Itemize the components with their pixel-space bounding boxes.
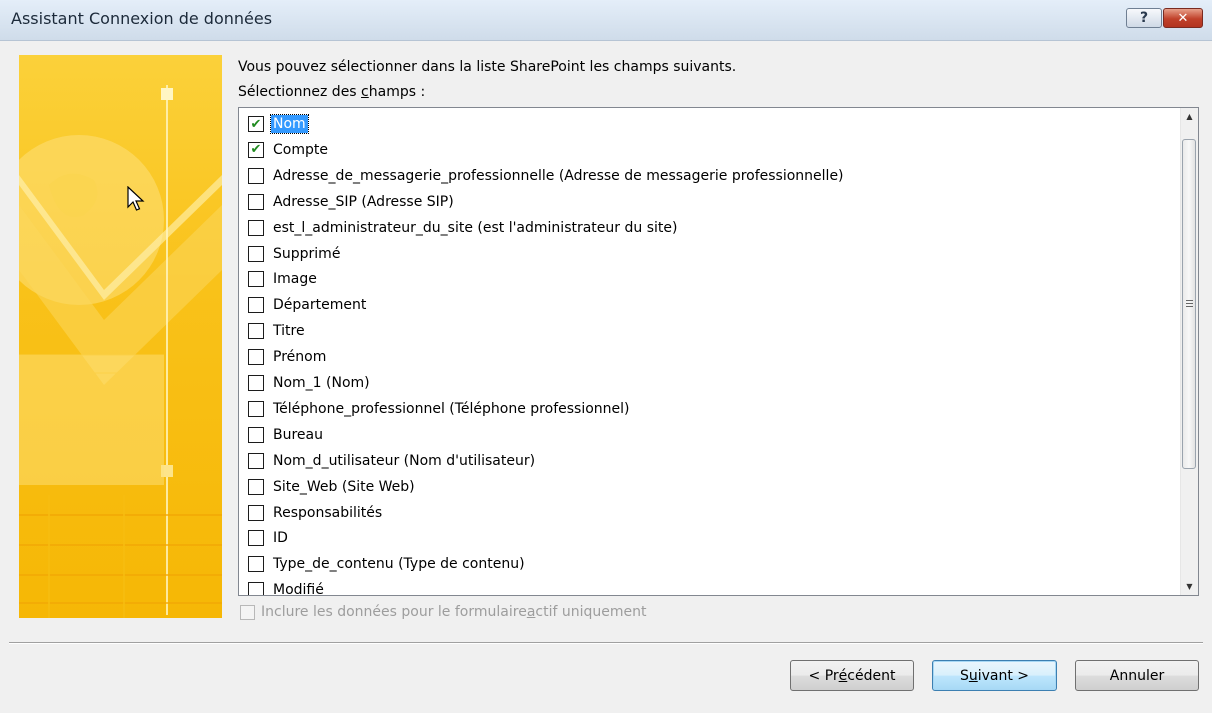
field-label: Type_de_contenu (Type de contenu) — [273, 556, 525, 573]
field-label: ID — [273, 530, 288, 547]
wizard-banner-image — [19, 55, 222, 618]
back-button-accesskey: é — [838, 667, 848, 684]
back-button-label-pre: < Pr — [808, 667, 839, 684]
help-icon: ? — [1139, 10, 1149, 26]
field-row[interactable]: Site_Web (Site Web) — [248, 475, 417, 499]
field-checkbox[interactable] — [248, 219, 264, 236]
field-checkbox[interactable] — [248, 271, 264, 288]
field-label: Bureau — [273, 426, 323, 443]
close-button[interactable]: ✕ — [1163, 8, 1203, 28]
title-bar: Assistant Connexion de données ? ✕ — [0, 0, 1212, 41]
active-form-only-label-accesskey: a — [526, 604, 536, 620]
active-form-only-label-pre: Inclure les données pour le formulaire — [261, 604, 527, 620]
field-label: Supprimé — [273, 245, 341, 262]
field-row[interactable]: Prénom — [248, 345, 328, 369]
field-checkbox[interactable] — [248, 375, 264, 391]
intro-text: Vous pouvez sélectionner dans la liste S… — [238, 59, 737, 75]
field-label: Titre — [273, 323, 305, 340]
field-row[interactable]: Nom_d_utilisateur (Nom d'utilisateur) — [248, 449, 537, 473]
active-form-only-checkbox — [240, 604, 255, 620]
field-row[interactable]: Supprimé — [248, 242, 342, 266]
field-row[interactable]: Titre — [248, 319, 307, 343]
field-row[interactable]: Bureau — [248, 423, 325, 447]
active-form-only-option: Inclure les données pour le formulaire a… — [240, 601, 646, 623]
scroll-thumb[interactable] — [1182, 139, 1196, 469]
select-fields-label-pre: Sélectionnez des — [238, 84, 362, 100]
grip-icon — [1186, 300, 1193, 307]
field-checkbox-checked[interactable]: ✔ — [248, 116, 264, 132]
fields-listbox[interactable]: ✔ Nom ✔ Compte Adresse_de_messagerie_profess… — [238, 107, 1199, 596]
field-label: Département — [273, 297, 367, 314]
field-row[interactable]: Nom_1 (Nom) — [248, 371, 372, 395]
next-button-label-pre: S — [959, 667, 969, 684]
field-checkbox[interactable] — [248, 478, 264, 495]
field-checkbox[interactable] — [248, 297, 264, 314]
select-fields-label-accesskey: c — [361, 84, 369, 100]
cancel-button[interactable]: Annuler — [1075, 660, 1199, 691]
field-checkbox[interactable] — [248, 245, 264, 262]
field-label: Site_Web (Site Web) — [273, 478, 415, 495]
field-checkbox[interactable] — [248, 400, 264, 417]
banner-artwork — [19, 85, 222, 618]
field-row[interactable]: est_l_administrateur_du_site (est l'admi… — [248, 216, 679, 240]
field-checkbox-checked[interactable]: ✔ — [248, 141, 264, 158]
back-button[interactable]: < Pr é cédent — [790, 660, 914, 691]
field-checkbox[interactable] — [248, 452, 264, 469]
field-checkbox[interactable] — [248, 582, 264, 595]
field-row[interactable]: Adresse_SIP (Adresse SIP) — [248, 190, 456, 214]
field-label: Adresse_SIP (Adresse SIP) — [273, 193, 454, 210]
field-checkbox[interactable] — [248, 193, 264, 210]
back-button-label-post: cédent — [847, 667, 896, 684]
field-label: Nom_d_utilisateur (Nom d'utilisateur) — [273, 452, 536, 469]
select-fields-label: Sélectionnez des champs : — [238, 84, 425, 100]
field-label: Adresse_de_messagerie_professionnelle (A… — [273, 167, 844, 184]
field-row[interactable]: Responsabilités — [248, 501, 384, 525]
active-form-only-label-post: ctif uniquement — [535, 604, 647, 620]
field-row[interactable]: ✔ Nom — [248, 112, 309, 136]
data-connection-wizard-window: Assistant Connexion de données ? ✕ Vous … — [0, 0, 1212, 713]
field-row[interactable]: Type_de_contenu (Type de contenu) — [248, 552, 527, 576]
field-label: Responsabilités — [273, 504, 383, 521]
field-label: Nom — [270, 114, 309, 134]
window-title: Assistant Connexion de données — [11, 9, 273, 28]
close-icon: ✕ — [1177, 10, 1189, 26]
field-checkbox[interactable] — [248, 504, 264, 521]
help-button[interactable]: ? — [1126, 8, 1162, 28]
field-label: Compte — [273, 141, 328, 158]
field-row[interactable]: ID — [248, 526, 290, 550]
mouse-pointer-icon — [127, 186, 145, 211]
vertical-scrollbar[interactable]: ▲ ▼ — [1180, 108, 1198, 595]
field-checkbox[interactable] — [248, 530, 264, 547]
field-label: Téléphone_professionnel (Téléphone profe… — [273, 400, 630, 417]
field-checkbox[interactable] — [248, 556, 264, 573]
field-checkbox[interactable] — [248, 167, 264, 184]
field-label: Nom_1 (Nom) — [273, 375, 370, 391]
next-button-label-post: ivant > — [977, 667, 1030, 684]
scroll-up-icon[interactable]: ▲ — [1181, 108, 1198, 125]
field-row[interactable]: Modifié — [248, 578, 326, 596]
field-label: Image — [273, 271, 317, 288]
field-checkbox[interactable] — [248, 323, 264, 340]
field-row[interactable]: Téléphone_professionnel (Téléphone profe… — [248, 397, 632, 421]
next-button[interactable]: Su ivant > — [932, 660, 1057, 691]
select-fields-label-post: hamps : — [368, 84, 426, 100]
field-row[interactable]: ✔ Compte — [248, 138, 330, 162]
field-label: Modifié — [273, 582, 324, 596]
footer-divider — [9, 642, 1203, 644]
field-row[interactable]: Adresse_de_messagerie_professionnelle (A… — [248, 164, 846, 188]
field-label: est_l_administrateur_du_site (est l'admi… — [273, 219, 678, 236]
field-checkbox[interactable] — [248, 349, 264, 366]
field-row[interactable]: Image — [248, 267, 319, 291]
field-checkbox[interactable] — [248, 426, 264, 443]
scroll-down-icon[interactable]: ▼ — [1181, 578, 1198, 595]
field-label: Prénom — [273, 349, 327, 366]
field-row[interactable]: Département — [248, 293, 368, 317]
next-button-accesskey: u — [968, 667, 978, 684]
